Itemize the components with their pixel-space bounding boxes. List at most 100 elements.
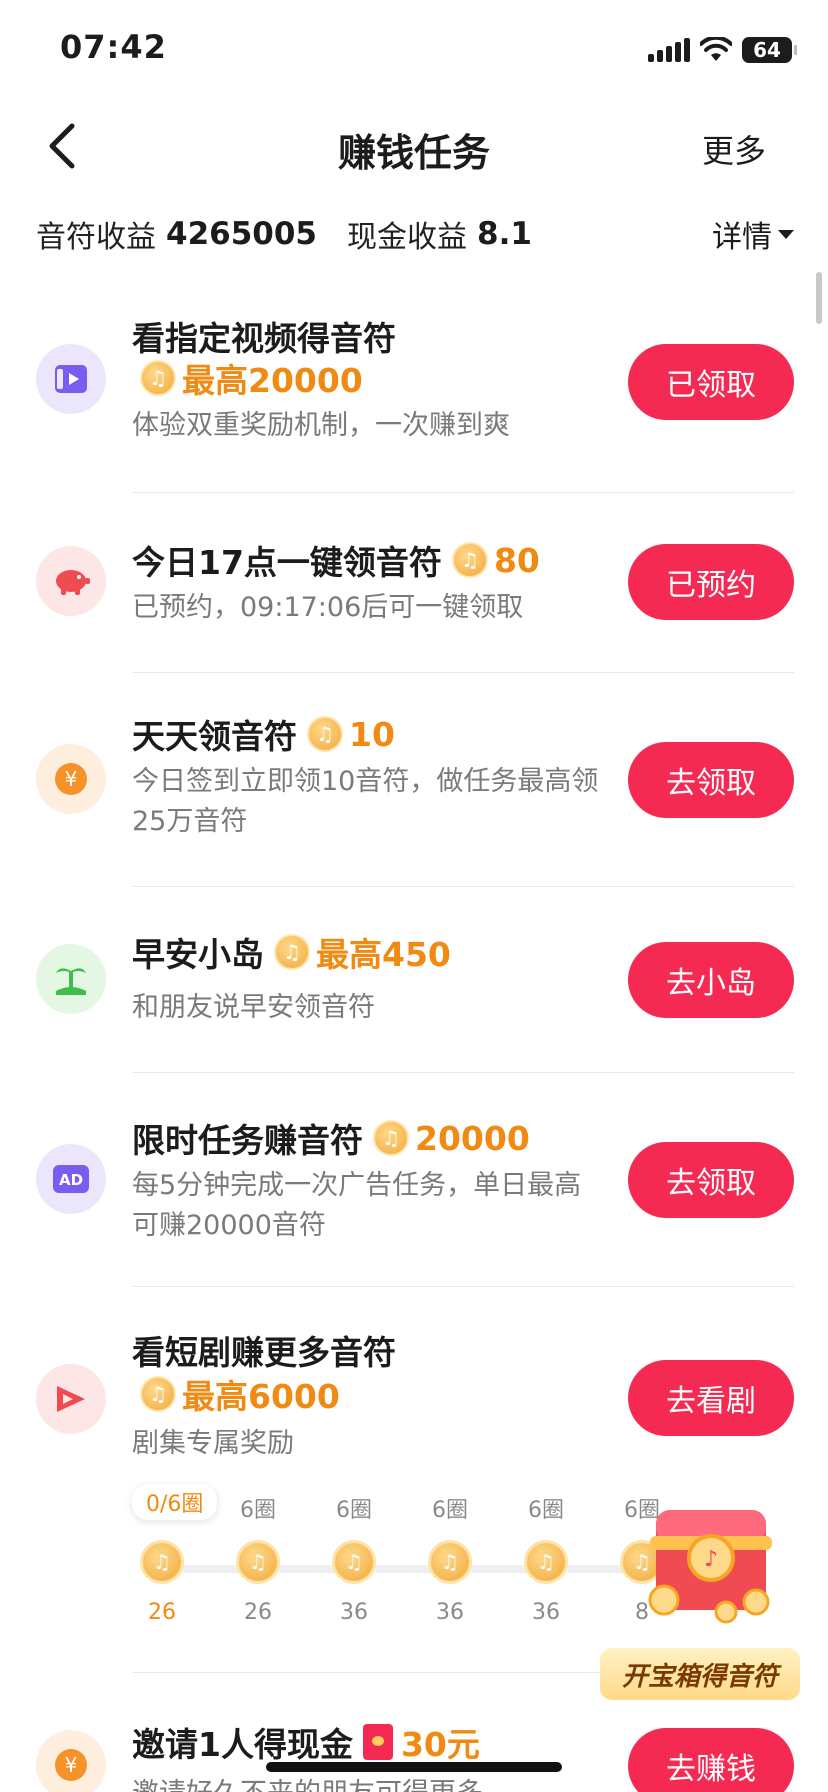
progress-step: 6圈 ♫ 36 [420,1496,480,1625]
reward-amount: 30元 [400,1725,480,1764]
treasure-chest-icon: ♪ [648,1510,772,1624]
piggy-bank-icon [36,546,106,616]
play-drama-icon [36,1364,106,1434]
claimed-button[interactable]: 已领取 [628,344,794,420]
task-description: 剧集专属奖励 [132,1428,294,1459]
task-reward: ♫ 20000 [373,1119,530,1158]
island-icon [36,944,106,1014]
task-reward: ♫ 80 [451,540,540,580]
task-description: 每5分钟完成一次广告任务，单日最高可赚20000音符 [132,1170,582,1241]
task-title-text: 今日17点一键领音符 [132,543,442,582]
more-button[interactable]: 更多 [702,126,766,172]
progress-step: 6圈 ♫ 36 [324,1496,384,1625]
music-note-coin-icon: ♫ [140,1376,176,1412]
task-title-text: 天天领音符 [132,717,297,756]
reward-amount: 最高6000 [182,1377,340,1416]
task-title: 天天领音符 ♫ 10 [132,710,395,758]
cash-earnings-label: 现金收益 [347,220,467,255]
reward-amount: 10 [349,714,395,754]
progress-step: 6圈 ♫ 36 [516,1496,576,1625]
music-note-coin-icon: ♫ [332,1540,376,1584]
step-value: 36 [340,1600,368,1625]
step-value: 26 [148,1600,176,1625]
task-reward: ♫ 最高6000 [140,1370,340,1418]
step-laps: 6圈 [336,1498,372,1523]
divider [132,886,794,887]
drama-progress-tracker: ♫ 26 0/6圈 6圈 ♫ 26 6圈 ♫ 36 6圈 ♫ 36 6圈 ♫ 3… [132,1484,672,1636]
status-bar: 07:42 64 [0,0,828,100]
task-description: 已预约，09:17:06后可一键领取 [132,592,524,623]
task-description: 体验双重奖励机制，一次赚到爽 [132,410,510,441]
divider [132,492,794,493]
step-laps: 6圈 [432,1498,468,1523]
reward-amount: 最高450 [316,935,451,974]
music-note-coin-icon: ♫ [373,1120,409,1156]
task-reward: ♫ 最高450 [274,928,451,976]
task-title: 邀请1人得现金 30元 [132,1718,480,1766]
reward-amount: 80 [493,540,540,580]
caret-down-icon [778,229,794,239]
reward-amount: 20000 [415,1118,530,1158]
video-icon [36,344,106,414]
task-reward: 30元 [362,1718,480,1766]
note-earnings-label: 音符收益 [36,220,156,255]
wifi-icon [700,37,732,61]
watch-drama-button[interactable]: 去看剧 [628,1360,794,1436]
status-time: 07:42 [60,28,167,66]
yen-coin-icon: ¥ [36,1730,106,1792]
scrollbar[interactable] [816,272,822,324]
music-note-coin-icon: ♫ [307,716,343,752]
divider [132,1286,794,1287]
task-description: 和朋友说早安领音符 [132,992,375,1023]
home-indicator [266,1762,562,1772]
claim-button[interactable]: 去领取 [628,1142,794,1218]
nav-bar: 赚钱任务 更多 [0,100,828,192]
step-laps: 6圈 [240,1498,276,1523]
task-title: 早安小岛 ♫ 最高450 [132,928,451,976]
task-title-text: 限时任务赚音符 [132,1121,363,1160]
svg-text:AD: AD [59,1171,83,1189]
earn-money-button[interactable]: 去赚钱 [628,1728,794,1792]
task-title: 看短剧赚更多音符 [132,1333,396,1372]
task-title: 看指定视频得音符 [132,319,396,358]
task-title: 今日17点一键领音符 ♫ 80 [132,536,540,584]
battery-icon: 64 [742,37,797,63]
note-earnings-value: 4265005 [166,216,317,252]
svg-text:¥: ¥ [65,767,78,791]
claim-button[interactable]: 去领取 [628,742,794,818]
music-note-coin-icon: ♫ [451,542,488,578]
divider [132,1072,794,1073]
reserved-button[interactable]: 已预约 [628,544,794,620]
progress-step: 6圈 ♫ 26 [228,1496,288,1625]
task-reward: ♫ 最高20000 [140,354,363,402]
task-title-text: 邀请1人得现金 [132,1725,353,1764]
step-value: 36 [532,1600,560,1625]
yen-coin-icon: ¥ [36,744,106,814]
reward-amount: 最高20000 [182,361,363,400]
music-note-coin-icon: ♫ [274,934,310,970]
step-laps: 6圈 [528,1498,564,1523]
music-note-coin-icon: ♫ [524,1540,568,1584]
current-laps-bubble: 0/6圈 [132,1484,218,1520]
earnings-summary: 音符收益 4265005 现金收益 8.1 详情 [36,212,794,256]
status-icons: 64 [648,34,797,66]
progress-step: ♫ 26 0/6圈 [132,1484,218,1625]
step-value: 36 [436,1600,464,1625]
treasure-label: 开宝箱得音符 [600,1648,800,1700]
music-note-coin-icon: ♫ [428,1540,472,1584]
music-note-coin-icon: ♫ [140,360,176,396]
svg-text:♪: ♪ [704,1547,718,1572]
step-value: 26 [244,1600,272,1625]
ad-icon: AD [36,1144,106,1214]
task-reward: ♫ 10 [307,715,395,754]
treasure-chest-widget[interactable]: ♪ 开宝箱得音符 [600,1480,810,1710]
go-island-button[interactable]: 去小岛 [628,942,794,1018]
task-description: 今日签到立即领10音符，做任务最高领25万音符 [132,766,599,837]
music-note-coin-icon: ♫ [236,1540,280,1584]
music-note-coin-icon: ♫ [140,1540,184,1584]
task-title: 限时任务赚音符 ♫ 20000 [132,1114,530,1162]
red-packet-icon [362,1724,393,1760]
details-dropdown[interactable]: 详情 [712,212,794,256]
cellular-signal-icon [648,38,690,62]
divider [132,672,794,673]
